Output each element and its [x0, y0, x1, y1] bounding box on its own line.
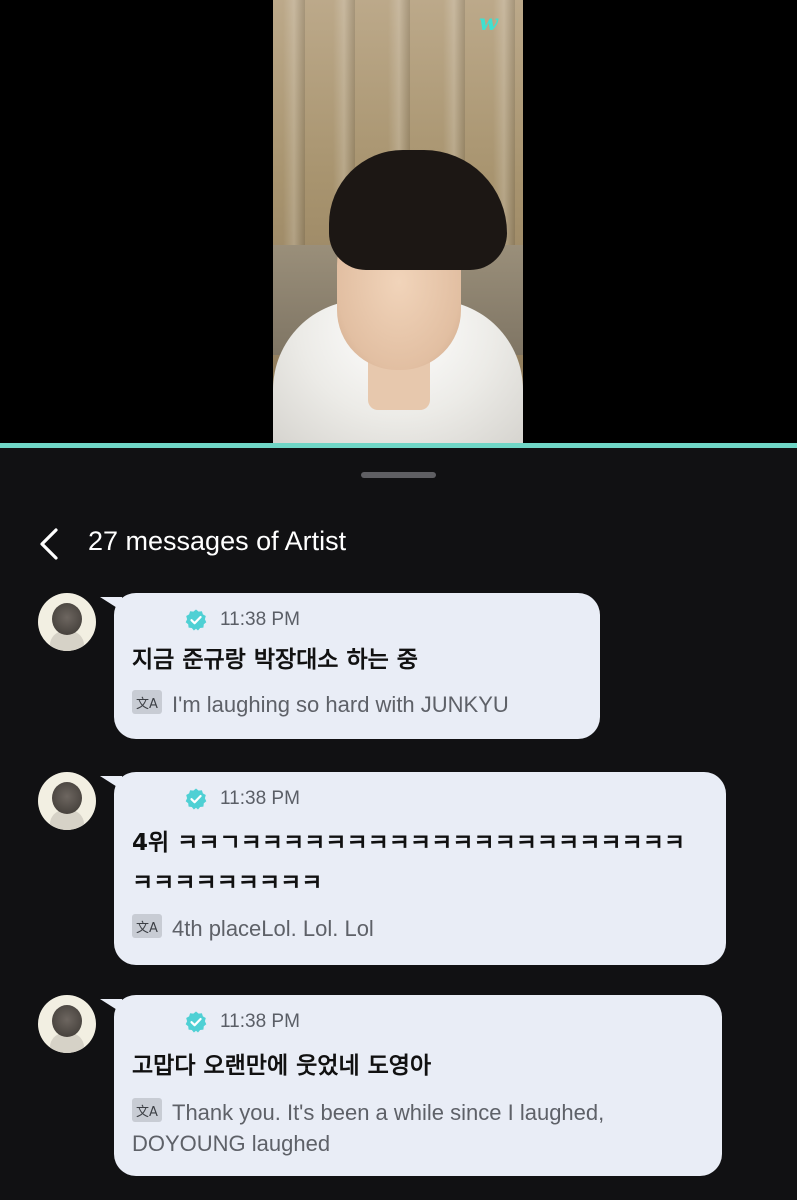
verified-badge-icon — [185, 609, 207, 631]
translation-text-line: Thank you. It's been a while since I lau… — [172, 1100, 605, 1125]
back-button[interactable] — [32, 524, 68, 564]
translate-icon: 文A — [132, 690, 162, 714]
bubble-tail — [100, 597, 122, 611]
message-text-line: ㅋㅋㅋㅋㅋㅋㅋㅋㅋ — [132, 870, 323, 896]
message-text: 고맙다 오랜만에 웃었네 도영아 — [132, 1053, 432, 1079]
message-bubble[interactable]: 11:38 PM 지금 준규랑 박장대소 하는 중 文A I'm laughin… — [100, 593, 600, 739]
weverse-logo: w — [479, 10, 498, 36]
message-item: 11:38 PM 4위 ㅋㅋㄱㅋㅋㅋㅋㅋㅋㅋㅋㅋㅋㅋㅋㅋㅋㅋㅋㅋㅋㅋㅋㅋ ㅋㅋㅋ… — [0, 772, 797, 972]
translation-text: I'm laughing so hard with JUNKYU — [172, 692, 509, 717]
curtain-fold — [283, 0, 305, 260]
translation-row: 文A I'm laughing so hard with JUNKYU — [132, 689, 509, 720]
message-meta: 11:38 PM — [184, 786, 300, 812]
avatar-face — [52, 1005, 82, 1037]
sheet-grabber-handle[interactable] — [361, 472, 436, 478]
bubble-tail — [100, 999, 122, 1013]
message-bubble[interactable]: 11:38 PM 4위 ㅋㅋㄱㅋㅋㅋㅋㅋㅋㅋㅋㅋㅋㅋㅋㅋㅋㅋㅋㅋㅋㅋㅋㅋ ㅋㅋㅋ… — [100, 772, 726, 965]
live-video-frame[interactable] — [273, 0, 523, 443]
artist-avatar[interactable] — [38, 995, 96, 1053]
avatar-face — [52, 782, 82, 814]
translation-text: 4th placeLol. Lol. Lol — [172, 916, 374, 941]
translate-icon: 文A — [132, 1098, 162, 1122]
message-timestamp: 11:38 PM — [220, 788, 300, 809]
message-meta: 11:38 PM — [184, 1009, 300, 1035]
translation-row: 文A Thank you. It's been a while since I … — [132, 1097, 604, 1128]
message-bubble[interactable]: 11:38 PM 고맙다 오랜만에 웃었네 도영아 文A Thank you. … — [100, 995, 722, 1176]
message-timestamp: 11:38 PM — [220, 1011, 300, 1032]
message-meta: 11:38 PM — [184, 607, 300, 633]
chevron-left-icon — [40, 528, 58, 560]
translate-icon: 文A — [132, 914, 162, 938]
verified-badge-icon — [185, 1011, 207, 1033]
artist-avatar[interactable] — [38, 772, 96, 830]
artist-messages-panel: 27 messages of Artist 11:38 PM 지금 준규랑 박장… — [0, 448, 797, 1200]
message-item: 11:38 PM 고맙다 오랜만에 웃었네 도영아 文A Thank you. … — [0, 995, 797, 1185]
message-text: 지금 준규랑 박장대소 하는 중 — [132, 647, 418, 673]
message-item: 11:38 PM 지금 준규랑 박장대소 하는 중 文A I'm laughin… — [0, 593, 797, 743]
artist-avatar[interactable] — [38, 593, 96, 651]
avatar-face — [52, 603, 82, 635]
translation-row-continued: DOYOUNG laughed — [132, 1128, 330, 1159]
translation-text-line: DOYOUNG laughed — [132, 1131, 331, 1156]
verified-badge-icon — [185, 788, 207, 810]
message-timestamp: 11:38 PM — [220, 609, 300, 630]
header-title: 27 messages of Artist — [88, 526, 347, 556]
artist-hair — [329, 150, 507, 270]
message-text-line: 4위 ㅋㅋㄱㅋㅋㅋㅋㅋㅋㅋㅋㅋㅋㅋㅋㅋㅋㅋㅋㅋㅋㅋㅋㅋ — [132, 830, 686, 856]
messages-header: 27 messages of Artist — [0, 520, 797, 570]
translation-row: 文A 4th placeLol. Lol. Lol — [132, 913, 374, 944]
live-video-area[interactable]: w — [0, 0, 797, 443]
bubble-tail — [100, 776, 122, 790]
